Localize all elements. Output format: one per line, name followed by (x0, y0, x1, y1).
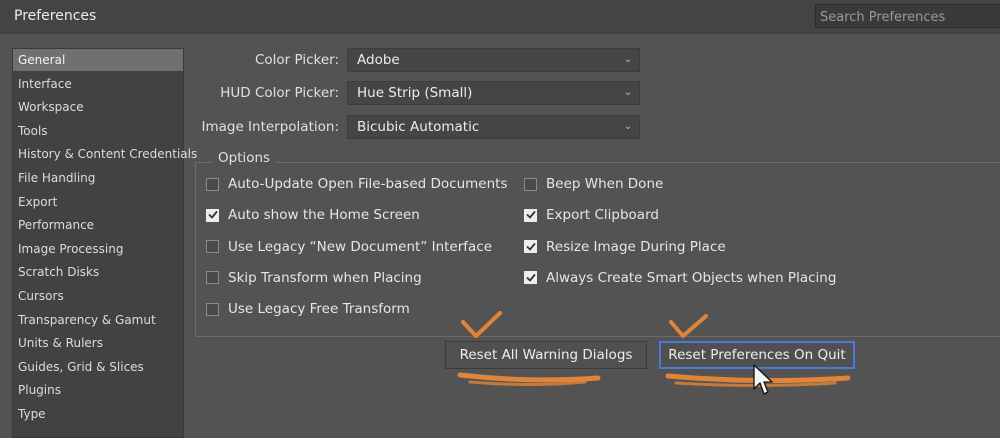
option-beep-when-done-checkbox[interactable]: Beep When Done (524, 174, 663, 194)
sidebar-item-file-handling[interactable]: File Handling (13, 167, 183, 189)
sidebar-item-performance[interactable]: Performance (13, 214, 183, 236)
sidebar-item-interface[interactable]: Interface (13, 73, 183, 95)
option-label: Auto-Update Open File-based Documents (228, 176, 508, 192)
chevron-down-icon: ⌄ (623, 54, 632, 65)
option-label: Use Legacy “New Document” Interface (228, 238, 493, 255)
option-export-clipboard-checkbox[interactable]: Export Clipboard (524, 205, 659, 225)
checkbox-unchecked-icon[interactable] (524, 177, 537, 191)
underline-annotation-left (457, 372, 601, 383)
underline-annotation-left-2 (468, 380, 587, 386)
option-skip-transform-when-placing-checkbox[interactable]: Skip Transform when Placing (206, 268, 422, 288)
image-interpolation-select[interactable]: Bicubic Automatic ⌄ (347, 115, 640, 139)
sidebar-item-history-content-credentials[interactable]: History & Content Credentials (13, 143, 197, 165)
option-always-create-smart-objects-when-placing-checkbox[interactable]: Always Create Smart Objects when Placing (524, 268, 836, 288)
option-label: Skip Transform when Placing (228, 269, 422, 286)
option-label: Beep When Done (546, 176, 664, 192)
option-auto-show-the-home-screen-checkbox[interactable]: Auto show the Home Screen (206, 205, 420, 225)
sidebar-item-cursors[interactable]: Cursors (13, 285, 183, 307)
sidebar-item-type[interactable]: Type (13, 403, 183, 425)
hud-color-picker-label: HUD Color Picker: (220, 85, 339, 101)
option-use-legacy-free-transform-checkbox[interactable]: Use Legacy Free Transform (206, 299, 410, 319)
sidebar-item-scratch-disks[interactable]: Scratch Disks (13, 261, 183, 283)
option-label: Auto show the Home Screen (228, 207, 420, 224)
chevron-down-icon: ⌄ (623, 87, 632, 98)
options-legend: Options (212, 150, 277, 166)
sidebar-item-units-rulers[interactable]: Units & Rulers (13, 332, 183, 354)
color-picker-label: Color Picker: (254, 52, 339, 68)
title-bar: Preferences (0, 0, 1000, 34)
checkbox-checked-icon[interactable] (524, 271, 537, 285)
window-title: Preferences (14, 8, 97, 24)
sidebar-item-workspace[interactable]: Workspace (13, 96, 183, 118)
reset-preferences-on-quit-button[interactable]: Reset Preferences On Quit (659, 341, 855, 369)
color-picker-value: Adobe (357, 52, 400, 68)
sidebar-item-plugins[interactable]: Plugins (13, 379, 183, 401)
sidebar-item-transparency-gamut[interactable]: Transparency & Gamut (13, 309, 183, 331)
color-picker-select[interactable]: Adobe ⌄ (347, 48, 640, 72)
option-label: Use Legacy Free Transform (228, 301, 410, 318)
checkbox-checked-icon[interactable] (524, 240, 537, 254)
checkbox-checked-icon[interactable] (206, 208, 219, 222)
sidebar-item-export[interactable]: Export (13, 191, 183, 213)
underline-annotation-right (665, 373, 851, 384)
checkbox-unchecked-icon[interactable] (206, 271, 219, 285)
image-interpolation-label: Image Interpolation: (201, 119, 339, 135)
sidebar-item-image-processing[interactable]: Image Processing (13, 238, 183, 260)
checkbox-checked-icon[interactable] (524, 208, 537, 222)
checkbox-unchecked-icon[interactable] (206, 240, 219, 254)
mouse-cursor-icon (753, 364, 773, 395)
image-interpolation-value: Bicubic Automatic (357, 119, 480, 135)
option-auto-update-open-file-based-documents-checkbox[interactable]: Auto-Update Open File-based Documents (206, 174, 507, 194)
checkbox-unchecked-icon[interactable] (206, 177, 219, 191)
underline-annotation-right-2 (674, 381, 837, 387)
option-use-legacy-new-document-interface-checkbox[interactable]: Use Legacy “New Document” Interface (206, 237, 492, 257)
checkbox-unchecked-icon[interactable] (206, 302, 219, 316)
option-label: Always Create Smart Objects when Placing (546, 269, 837, 286)
sidebar-item-tools[interactable]: Tools (13, 120, 183, 142)
reset-all-warning-dialogs-button[interactable]: Reset All Warning Dialogs (445, 341, 647, 369)
sidebar-item-general[interactable]: General (13, 49, 183, 71)
hud-color-picker-value: Hue Strip (Small) (357, 85, 473, 101)
option-label: Export Clipboard (546, 207, 659, 224)
option-resize-image-during-place-checkbox[interactable]: Resize Image During Place (524, 237, 726, 257)
search-preferences-input[interactable] (815, 4, 1000, 28)
chevron-down-icon: ⌄ (623, 121, 632, 132)
preferences-sidebar: General Interface Workspace Tools History & … (12, 48, 197, 438)
sidebar-item-guides-grid-slices[interactable]: Guides, Grid & Slices (13, 356, 183, 378)
hud-color-picker-select[interactable]: Hue Strip (Small) ⌄ (347, 81, 640, 105)
option-label: Resize Image During Place (546, 238, 726, 255)
